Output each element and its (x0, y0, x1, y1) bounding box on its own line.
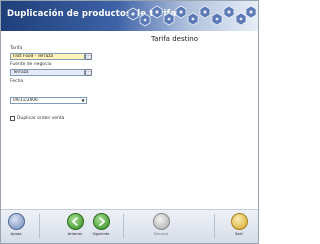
title-bar: Duplicación de productos de tarifas. (1, 1, 258, 31)
fuente-negocio-field[interactable]: Terraza (10, 69, 85, 76)
fecha-value: 09/11/2006 (13, 98, 38, 103)
tarifa-field[interactable]: Fast Food - Terraza (10, 53, 85, 60)
tarifa-lookup-button[interactable]: ... (85, 53, 92, 60)
help-icon (7, 213, 25, 230)
section-title: Tarifa destino (150, 35, 198, 43)
execute-label: Ejecutar (153, 232, 169, 236)
help-button[interactable]: Ayuda (1, 213, 31, 236)
dialog-window: Duplicación de productos de tarifas. Tar… (0, 0, 259, 244)
exit-icon (230, 213, 248, 230)
fuente-negocio-lookup-button[interactable]: ... (85, 69, 92, 76)
form-area: Tarifa destino Tarifa Fast Food - Terraz… (1, 31, 258, 211)
separator (123, 214, 124, 238)
next-label: Siguiente (92, 232, 110, 236)
fecha-label: Fecha (10, 79, 24, 84)
arrow-left-icon (66, 213, 84, 230)
tarifa-label: Tarifa (10, 46, 23, 51)
exit-label: Salir (235, 232, 243, 236)
duplicar-orden-venta-label: Duplicar orden venta (17, 116, 65, 121)
help-label: Ayuda (10, 232, 22, 236)
fecha-select[interactable]: 09/11/2006 ▼ (10, 97, 87, 104)
duplicar-orden-venta-checkbox[interactable] (10, 116, 15, 121)
fuente-negocio-label: Fuente de negocio (10, 62, 52, 67)
footer-toolbar: Ayuda Anterior Siguiente Ejecutar Salir (1, 209, 258, 243)
execute-button[interactable]: Ejecutar (146, 213, 176, 236)
exit-button[interactable]: Salir (224, 213, 254, 236)
hexagon-logo-icon (127, 5, 257, 27)
separator (39, 214, 40, 238)
arrow-right-icon (92, 213, 110, 230)
next-button[interactable]: Siguiente (86, 213, 116, 236)
separator (214, 214, 215, 238)
chevron-down-icon[interactable]: ▼ (80, 98, 86, 103)
gears-icon (152, 213, 170, 230)
